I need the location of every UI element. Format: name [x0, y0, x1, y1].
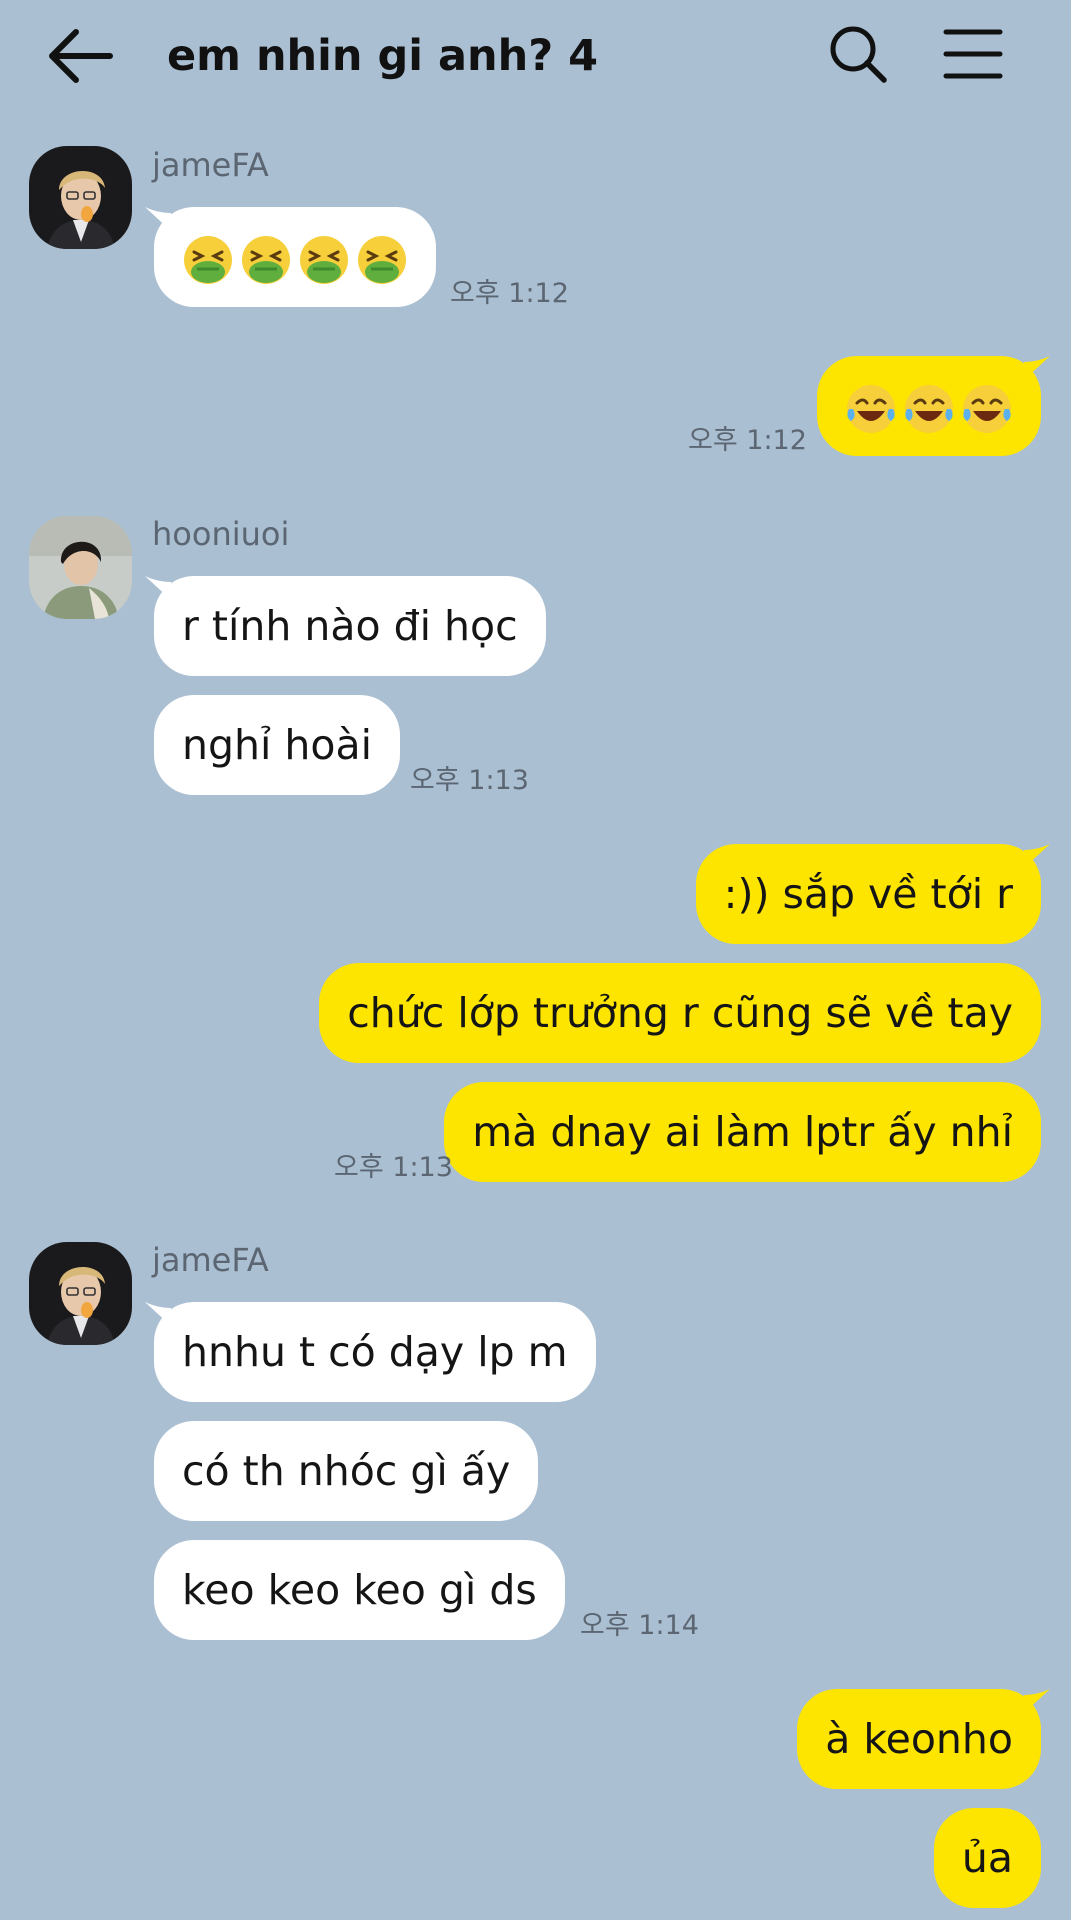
avatar-jamefa[interactable]: [29, 146, 132, 249]
chat-header: em nhin gi anh? 4: [0, 0, 1071, 112]
message-time: 오후 1:14: [580, 1610, 699, 1641]
tears-of-joy-icon: [905, 385, 953, 433]
message-bubble[interactable]: nghỉ hoài: [154, 695, 401, 795]
message-bubble[interactable]: mà dnay ai làm lptr ấy nhỉ: [444, 1082, 1041, 1182]
arrow-left-icon: [49, 29, 113, 83]
message-bubble[interactable]: [817, 356, 1041, 456]
message-bubble[interactable]: chức lớp trưởng r cũng sẽ về tay: [319, 963, 1041, 1063]
message-bubble[interactable]: có th nhóc gì ấy: [154, 1421, 539, 1521]
avatar-hooniuoi[interactable]: [29, 516, 132, 619]
nauseated-face-icon: [242, 236, 290, 284]
message-bubble[interactable]: r tính nào đi học: [154, 576, 546, 676]
sender-name: jameFA: [152, 146, 269, 184]
search-icon: [830, 26, 887, 83]
chat-screen: em nhin gi anh? 4 jameFA 오후 1:12 오후 1:12…: [0, 0, 1071, 1920]
menu-button[interactable]: [940, 24, 1006, 84]
message-bubble[interactable]: [154, 207, 436, 307]
back-button[interactable]: [40, 22, 122, 90]
message-time: 오후 1:12: [688, 425, 807, 456]
chat-title: em nhin gi anh? 4: [167, 31, 599, 81]
sender-name: jameFA: [152, 1241, 269, 1279]
message-bubble[interactable]: hnhu t có dạy lp m: [154, 1302, 596, 1402]
message-bubble[interactable]: :)) sắp về tới r: [695, 844, 1041, 944]
tears-of-joy-icon: [847, 385, 895, 433]
message-bubble[interactable]: ủa: [933, 1808, 1041, 1908]
hamburger-menu-icon: [943, 29, 1003, 79]
message-time: 오후 1:13: [334, 1152, 453, 1183]
sender-name: hooniuoi: [152, 515, 290, 553]
nauseated-face-icon: [184, 236, 232, 284]
avatar-jamefa[interactable]: [29, 1242, 132, 1345]
nauseated-face-icon: [358, 236, 406, 284]
message-bubble[interactable]: à keonho: [797, 1689, 1041, 1789]
tears-of-joy-icon: [963, 385, 1011, 433]
message-bubble[interactable]: keo keo keo gì ds: [154, 1540, 565, 1640]
message-time: 오후 1:13: [410, 765, 529, 796]
search-button[interactable]: [826, 22, 890, 86]
nauseated-face-icon: [300, 236, 348, 284]
message-time: 오후 1:12: [450, 278, 569, 309]
